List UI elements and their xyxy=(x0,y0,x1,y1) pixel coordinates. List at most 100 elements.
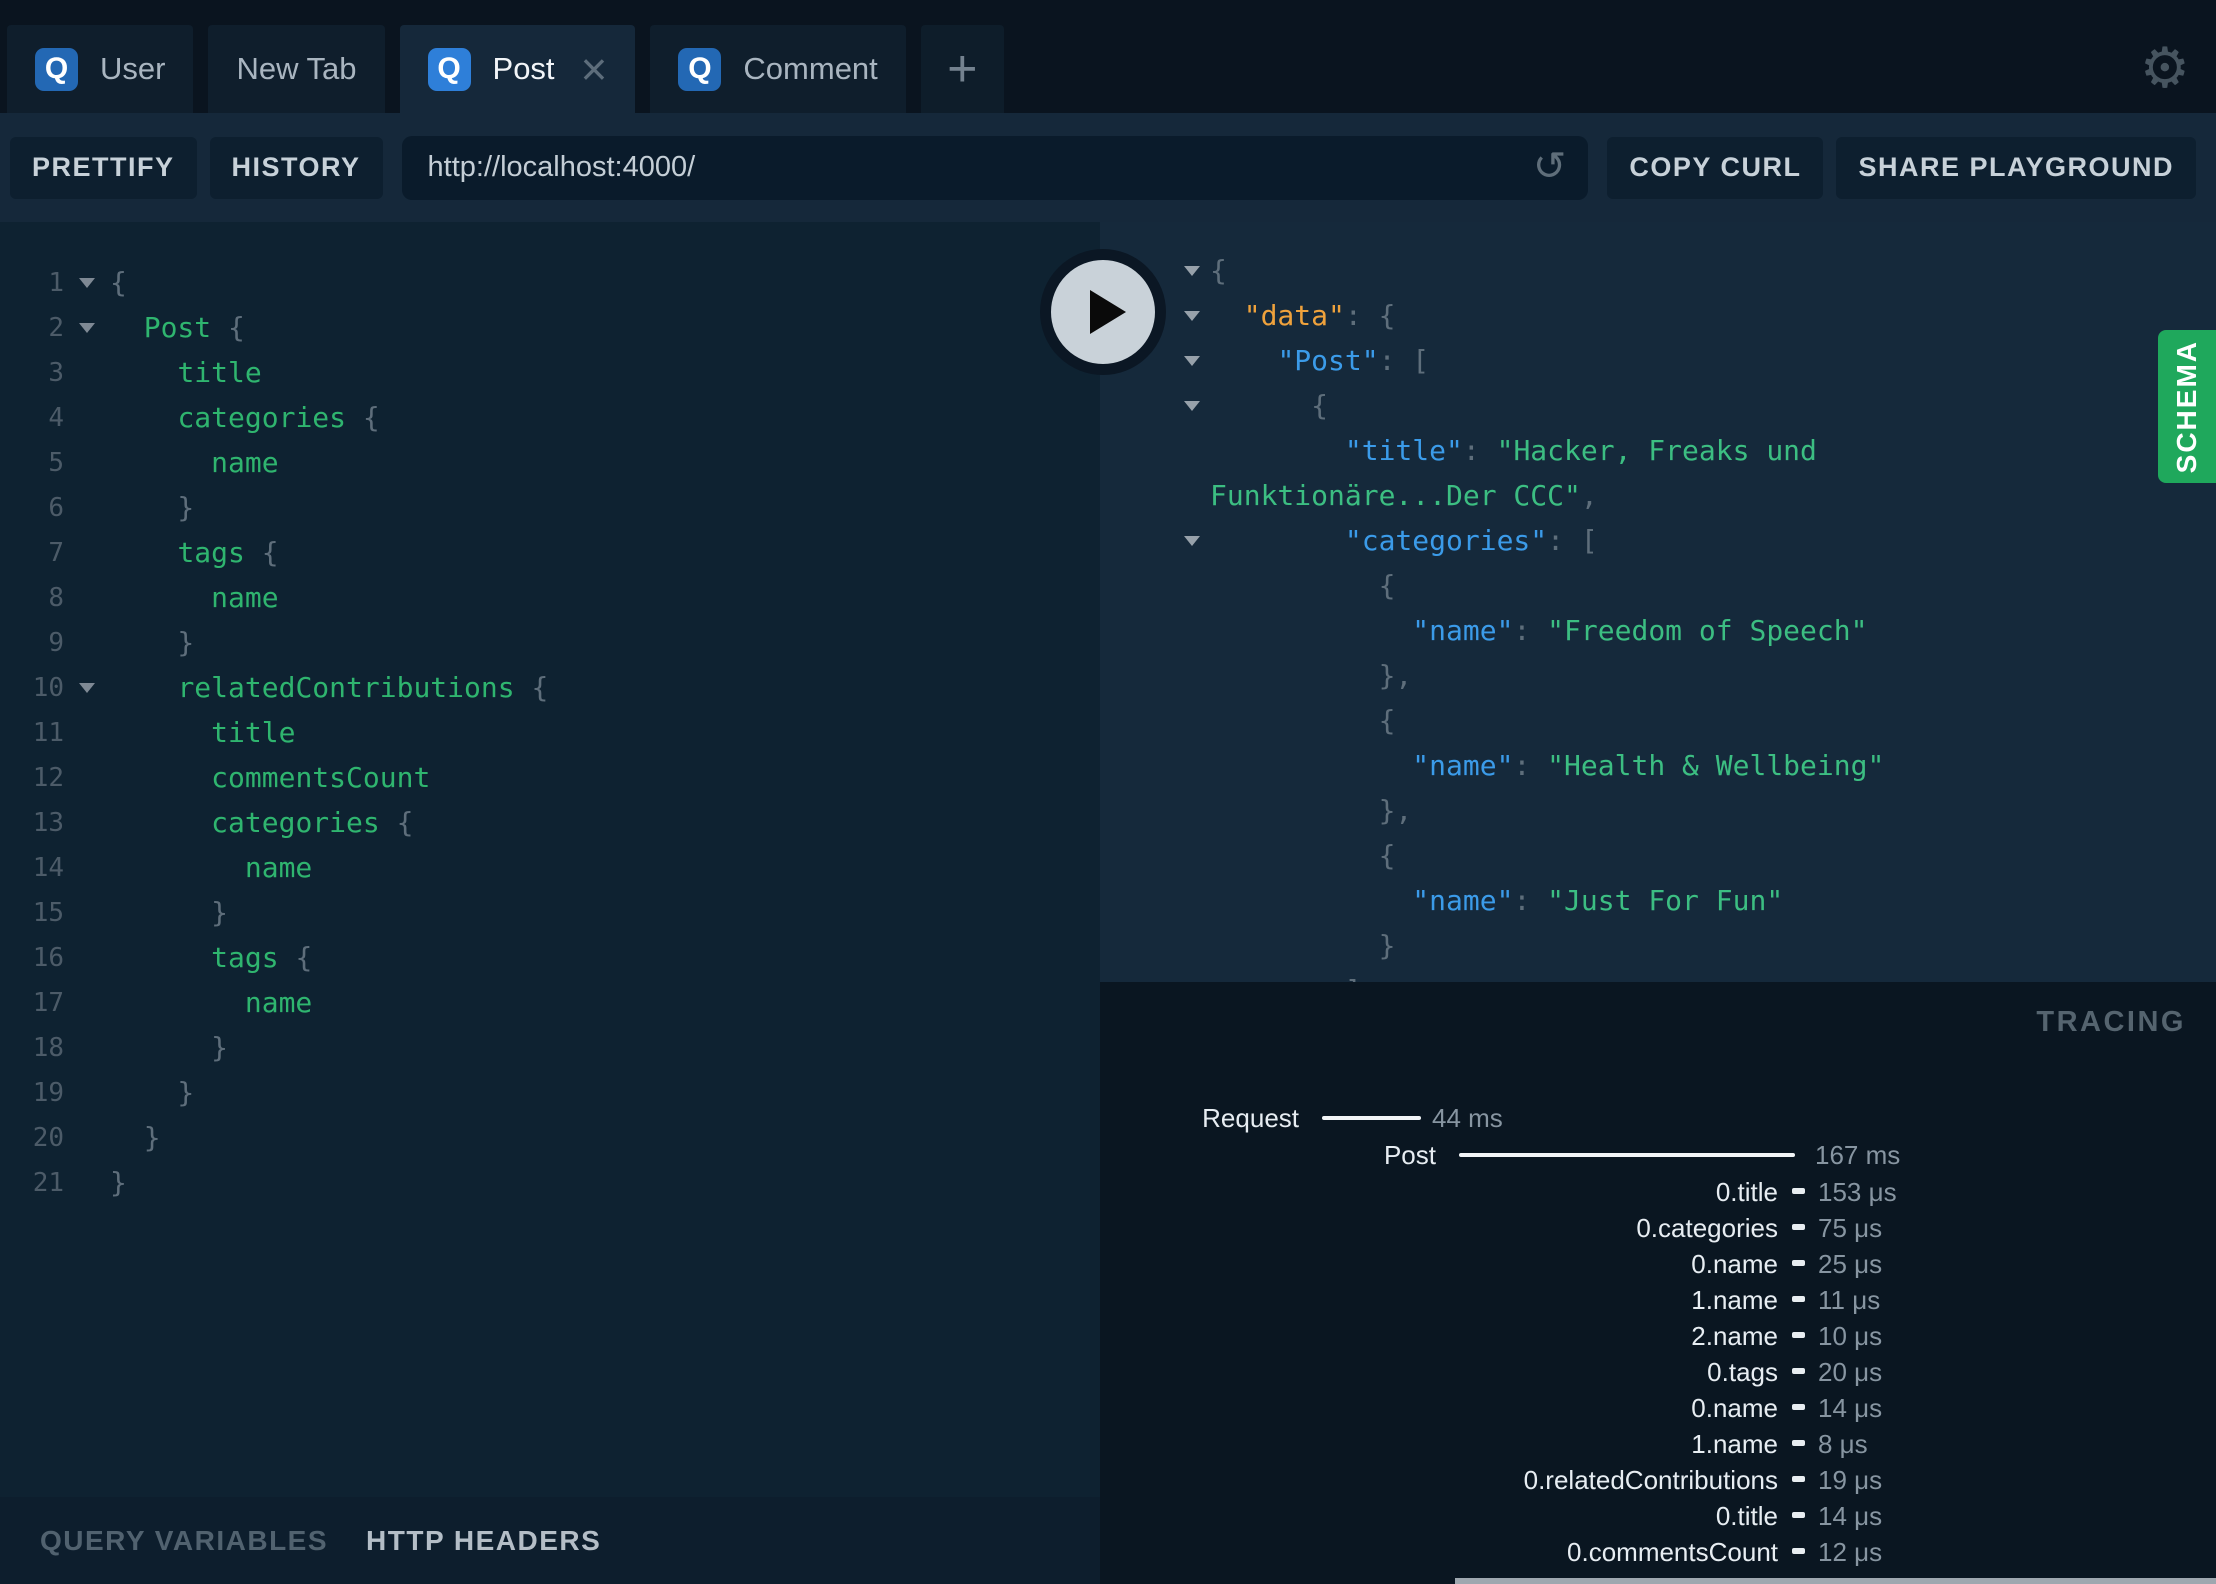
line-number: 11 xyxy=(32,717,64,748)
line-number: 12 xyxy=(32,762,64,793)
response-viewer: { "data": { "Post": [ { "title": "Hacker… xyxy=(1100,222,2216,982)
trace-value: 75 μs xyxy=(1818,1213,1883,1243)
line-number: 20 xyxy=(32,1122,64,1153)
query-code-line: relatedContributions { xyxy=(110,665,1100,710)
code-segment: { xyxy=(278,941,313,974)
fold-arrow-icon[interactable] xyxy=(1184,400,1200,411)
tab-user[interactable]: Q User xyxy=(7,25,194,113)
line-number: 17 xyxy=(32,987,64,1018)
response-code-line: "data": { xyxy=(1210,293,2216,338)
trace-row: 0.categories 75 μs xyxy=(1100,1210,2216,1246)
query-code-line: } xyxy=(110,1025,1100,1070)
editor-bottom-bar: QUERY VARIABLES HTTP HEADERS xyxy=(0,1497,1100,1584)
response-line: "title": "Hacker, Freaks und xyxy=(1100,428,2216,473)
trace-label: 2.name xyxy=(1691,1321,1778,1351)
query-code-line: tags { xyxy=(110,935,1100,980)
response-code-line: } xyxy=(1210,923,2216,968)
trace-duration-dash xyxy=(1792,1440,1805,1446)
trace-value: 10 μs xyxy=(1818,1321,1883,1351)
code-segment: { xyxy=(1210,704,1396,737)
trace-value: 12 μs xyxy=(1818,1537,1883,1567)
fold-arrow-icon[interactable] xyxy=(1184,535,1200,546)
trace-label: 0.tags xyxy=(1707,1357,1778,1387)
horizontal-scrollbar[interactable] xyxy=(1455,1578,2216,1584)
code-segment: } xyxy=(110,1031,229,1064)
code-segment: : { xyxy=(1344,299,1396,332)
line-number: 5 xyxy=(48,447,64,478)
schema-tab[interactable]: SCHEMA xyxy=(2158,330,2216,483)
fold-gutter xyxy=(64,322,110,333)
trace-duration-dash xyxy=(1792,1548,1805,1554)
code-segment: categories xyxy=(177,401,347,434)
code-segment: "Post" xyxy=(1277,344,1379,377)
query-variables-tab[interactable]: QUERY VARIABLES xyxy=(40,1525,328,1557)
new-tab-button[interactable]: + xyxy=(920,25,1004,113)
http-headers-tab[interactable]: HTTP HEADERS xyxy=(366,1525,601,1557)
prettify-button[interactable]: PRETTIFY xyxy=(10,136,197,199)
query-badge: Q xyxy=(427,47,471,91)
query-code-line: } xyxy=(110,620,1100,665)
trace-duration-dash xyxy=(1792,1224,1805,1230)
response-line: { xyxy=(1100,383,2216,428)
editor-line: 6 } xyxy=(0,485,1100,530)
trace-value: 167 ms xyxy=(1815,1140,1901,1170)
line-number: 4 xyxy=(48,402,64,433)
copy-curl-button[interactable]: COPY CURL xyxy=(1607,136,1824,199)
reload-schema-icon[interactable]: ↺ xyxy=(1533,146,1567,186)
query-editor[interactable]: 1{2 Post {3 title 4 categories {5 name 6 }… xyxy=(0,222,1100,1497)
editor-line: 9 } xyxy=(0,620,1100,665)
fold-arrow-icon[interactable] xyxy=(79,682,95,693)
tracing-panel: TRACING Request 44 ms Post 167 ms 0.title 153… xyxy=(1100,982,2216,1584)
trace-row: 0.title 153 μs xyxy=(1100,1174,2216,1210)
line-number: 13 xyxy=(32,807,64,838)
response-code-line: { xyxy=(1210,698,2216,743)
code-segment: categories xyxy=(211,806,380,839)
fold-arrow-icon[interactable] xyxy=(1184,355,1200,366)
share-playground-button[interactable]: SHARE PLAYGROUND xyxy=(1836,136,2196,199)
response-line: { xyxy=(1100,563,2216,608)
fold-arrow-icon[interactable] xyxy=(79,277,95,288)
trace-label: 0.categories xyxy=(1636,1213,1778,1243)
tab-new-tab[interactable]: New Tab xyxy=(208,25,385,113)
trace-row: 0.title 14 μs xyxy=(1100,1498,2216,1534)
response-line: "Post": [ xyxy=(1100,338,2216,383)
editor-line: 3 title xyxy=(0,350,1100,395)
query-code-line: name xyxy=(110,980,1100,1025)
trace-value: 20 μs xyxy=(1818,1357,1883,1387)
line-number: 21 xyxy=(32,1167,64,1198)
query-code-line: } xyxy=(110,1160,1100,1205)
query-code-line: title xyxy=(110,350,1100,395)
code-segment: "name" xyxy=(1412,749,1514,782)
response-code-line: "Post": [ xyxy=(1210,338,2216,383)
line-number: 9 xyxy=(48,627,64,658)
history-button[interactable]: HISTORY xyxy=(209,136,383,199)
response-line: }, xyxy=(1100,653,2216,698)
response-line: }, xyxy=(1100,788,2216,833)
response-code-line: { xyxy=(1210,248,2216,293)
response-line: { xyxy=(1100,833,2216,878)
code-segment: relatedContributions xyxy=(177,671,515,704)
schema-tab-label: SCHEMA xyxy=(2171,339,2202,474)
fold-arrow-icon[interactable] xyxy=(79,322,95,333)
tab-comment[interactable]: Q Comment xyxy=(650,25,906,113)
code-segment: : xyxy=(1513,749,1548,782)
settings-gear-icon[interactable]: ⚙ xyxy=(2140,40,2190,96)
tab-post[interactable]: Q Post × xyxy=(399,25,636,113)
endpoint-url-input[interactable] xyxy=(401,135,1589,200)
execute-button[interactable] xyxy=(1040,249,1166,375)
editor-line: 8 name xyxy=(0,575,1100,620)
response-code-line: "name": "Health & Wellbeing" xyxy=(1210,743,2216,788)
close-icon[interactable]: × xyxy=(581,46,608,92)
code-segment: tags xyxy=(177,536,245,569)
trace-duration-dash xyxy=(1792,1404,1805,1410)
trace-row: 0.name 14 μs xyxy=(1100,1390,2216,1426)
code-segment: { xyxy=(110,266,127,299)
fold-arrow-icon[interactable] xyxy=(1184,265,1200,276)
query-code-line: } xyxy=(110,1070,1100,1115)
trace-row: 0.commentsCount 12 μs xyxy=(1100,1534,2216,1570)
code-segment: Funktionäre...Der CCC" xyxy=(1210,479,1581,512)
fold-arrow-icon[interactable] xyxy=(1184,310,1200,321)
